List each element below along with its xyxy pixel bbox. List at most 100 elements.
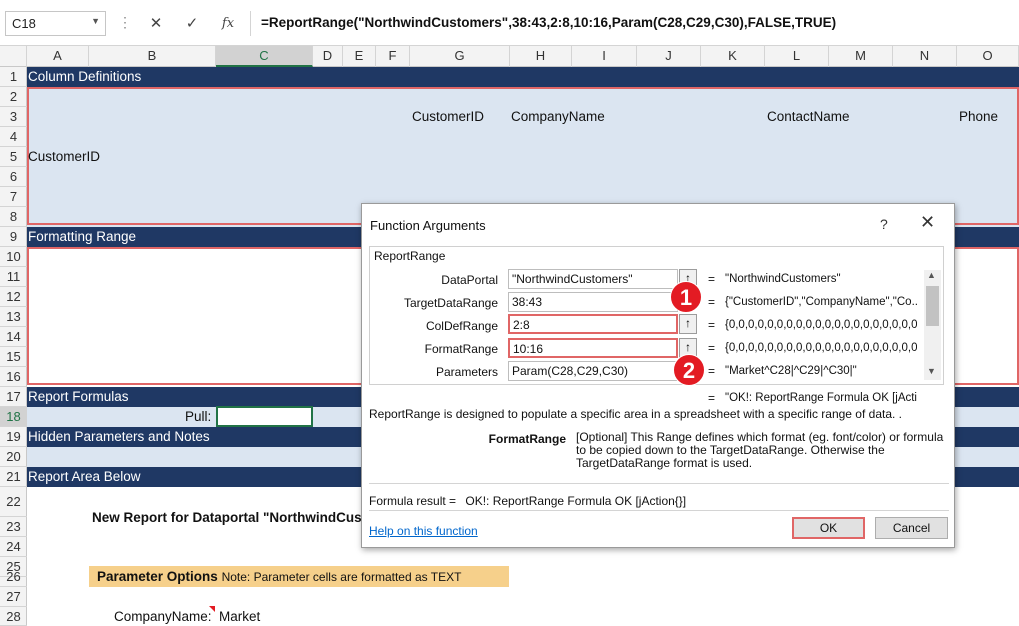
row-header-1[interactable]: 1 <box>0 67 27 87</box>
close-icon[interactable]: ✕ <box>920 212 935 233</box>
row-header-8[interactable]: 8 <box>0 207 27 227</box>
arg-eq: = <box>708 272 716 286</box>
name-box[interactable]: C18 ▼ <box>5 11 106 36</box>
row-header-23[interactable]: 23 <box>0 517 27 537</box>
row-header-24[interactable]: 24 <box>0 537 27 557</box>
column-header-e[interactable]: E <box>343 46 376 67</box>
row-header: 1 2 3 4 5 6 7 8 9 10 11 12 13 14 15 16 1… <box>0 67 27 626</box>
annotation-badge-2: 2 <box>673 354 705 386</box>
column-header-l[interactable]: L <box>765 46 829 67</box>
column-header: A B C D E F G H I J K L M N O <box>0 46 1019 67</box>
column-header-b[interactable]: B <box>89 46 216 67</box>
row-header-21[interactable]: 21 <box>0 467 27 487</box>
comment-indicator-icon[interactable] <box>209 606 215 612</box>
scroll-up-icon[interactable]: ▲ <box>927 270 936 280</box>
row-header-16[interactable]: 16 <box>0 367 27 387</box>
row-header-4[interactable]: 4 <box>0 127 27 147</box>
arg-value-dataportal: "NorthwindCustomers" <box>725 273 841 285</box>
arg-label-formatrange: FormatRange <box>424 342 498 356</box>
cancel-icon[interactable]: ✕ <box>141 11 171 36</box>
row-header-28[interactable]: 28 <box>0 607 27 626</box>
companyname-label: CompanyName: <box>114 609 212 624</box>
function-description: ReportRange is designed to populate a sp… <box>369 407 902 421</box>
row-header-14[interactable]: 14 <box>0 327 27 347</box>
row-header-7[interactable]: 7 <box>0 187 27 207</box>
function-arguments-dialog: Function Arguments ? ✕ ReportRange DataP… <box>361 203 955 548</box>
formula-result-value: OK!: ReportRange Formula OK [jAction{}] <box>465 494 687 508</box>
ok-button[interactable]: OK <box>792 517 865 539</box>
column-header-d[interactable]: D <box>313 46 343 67</box>
row-header-22[interactable]: 22 <box>0 487 27 517</box>
arg-input-coldefrange[interactable]: 2:8 <box>508 314 678 334</box>
function-result-value: "OK!: ReportRange Formula OK [jActi <box>725 392 917 404</box>
column-header-g[interactable]: G <box>410 46 510 67</box>
function-name: ReportRange <box>374 249 446 263</box>
row-header-27[interactable]: 27 <box>0 587 27 607</box>
scroll-down-icon[interactable]: ▼ <box>927 366 936 376</box>
help-link[interactable]: Help on this function <box>369 524 478 538</box>
divider <box>369 510 949 511</box>
arg-label-coldefrange: ColDefRange <box>425 319 498 333</box>
arg-eq: = <box>708 364 716 378</box>
column-header-o[interactable]: O <box>957 46 1019 67</box>
cancel-button[interactable]: Cancel <box>875 517 948 539</box>
arg-input-dataportal[interactable]: "NorthwindCustomers" <box>508 269 678 289</box>
row-header-19[interactable]: 19 <box>0 427 27 447</box>
column-header-c[interactable]: C <box>216 46 313 67</box>
cell-l3[interactable]: ContactName <box>767 109 850 124</box>
arg-label-parameters: Parameters <box>435 365 498 379</box>
row-header-26[interactable]: 26 <box>0 567 27 587</box>
column-header-n[interactable]: N <box>893 46 957 67</box>
cell-h3[interactable]: CompanyName <box>511 109 605 124</box>
column-header-a[interactable]: A <box>27 46 89 67</box>
row-header-10[interactable]: 10 <box>0 247 27 267</box>
row-header-20[interactable]: 20 <box>0 447 27 467</box>
cell-a5[interactable]: CustomerID <box>28 149 100 164</box>
enter-icon[interactable]: ✓ <box>177 11 207 36</box>
divider <box>369 483 949 484</box>
cell-g3[interactable]: CustomerID <box>412 109 484 124</box>
arg-input-parameters[interactable]: Param(C28,C29,C30) <box>508 361 678 381</box>
arg-input-targetdatarange[interactable]: 38:43 <box>508 292 678 312</box>
companyname-value[interactable]: Market <box>219 609 260 624</box>
chevron-down-icon[interactable]: ▼ <box>91 16 100 26</box>
select-all-corner[interactable] <box>0 46 27 67</box>
parameter-options-header[interactable]: Parameter Options Note: Parameter cells … <box>89 566 509 587</box>
row-header-12[interactable]: 12 <box>0 287 27 307</box>
collapse-dialog-icon[interactable]: ↑ <box>679 314 697 334</box>
cell-o3[interactable]: Phone <box>959 109 998 124</box>
row-header-18[interactable]: 18 <box>0 407 27 427</box>
insert-function-icon[interactable]: fx <box>213 11 243 36</box>
column-header-j[interactable]: J <box>637 46 701 67</box>
arg-input-formatrange[interactable]: 10:16 <box>508 338 678 358</box>
arg-label-targetdatarange: TargetDataRange <box>403 296 498 310</box>
new-report-title[interactable]: New Report for Dataportal "NorthwindCust… <box>92 510 374 525</box>
parameter-options-title: Parameter Options <box>97 569 218 584</box>
selected-cell-c18[interactable] <box>216 406 313 427</box>
row-header-13[interactable]: 13 <box>0 307 27 327</box>
annotation-badge-1: 1 <box>670 281 702 313</box>
row-header-6[interactable]: 6 <box>0 167 27 187</box>
help-icon[interactable]: ? <box>880 216 888 232</box>
name-box-value: C18 <box>12 16 36 31</box>
row-header-17[interactable]: 17 <box>0 387 27 407</box>
row-header-3[interactable]: 3 <box>0 107 27 127</box>
column-header-h[interactable]: H <box>510 46 572 67</box>
row-header-11[interactable]: 11 <box>0 267 27 287</box>
arguments-scrollbar[interactable]: ▲ ▼ <box>924 270 941 380</box>
arg-value-coldefrange: {0,0,0,0,0,0,0,0,0,0,0,0,0,0,0,0,0,0,0,0… <box>725 319 917 331</box>
column-header-f[interactable]: F <box>376 46 410 67</box>
arg-eq: = <box>708 318 716 332</box>
scroll-thumb[interactable] <box>926 286 939 326</box>
pull-label: Pull: <box>185 409 212 424</box>
column-header-i[interactable]: I <box>572 46 637 67</box>
row-header-15[interactable]: 15 <box>0 347 27 367</box>
row-header-2[interactable]: 2 <box>0 87 27 107</box>
column-header-k[interactable]: K <box>701 46 765 67</box>
excel-window: C18 ▼ ⋮ ✕ ✓ fx =ReportRange("NorthwindCu… <box>0 0 1019 626</box>
row-header-9[interactable]: 9 <box>0 227 27 247</box>
row-header-5[interactable]: 5 <box>0 147 27 167</box>
column-header-m[interactable]: M <box>829 46 893 67</box>
arg-value-parameters: "Market^C28|^C29|^C30|" <box>725 365 857 377</box>
formula-input[interactable]: =ReportRange("NorthwindCustomers",38:43,… <box>250 11 1019 36</box>
